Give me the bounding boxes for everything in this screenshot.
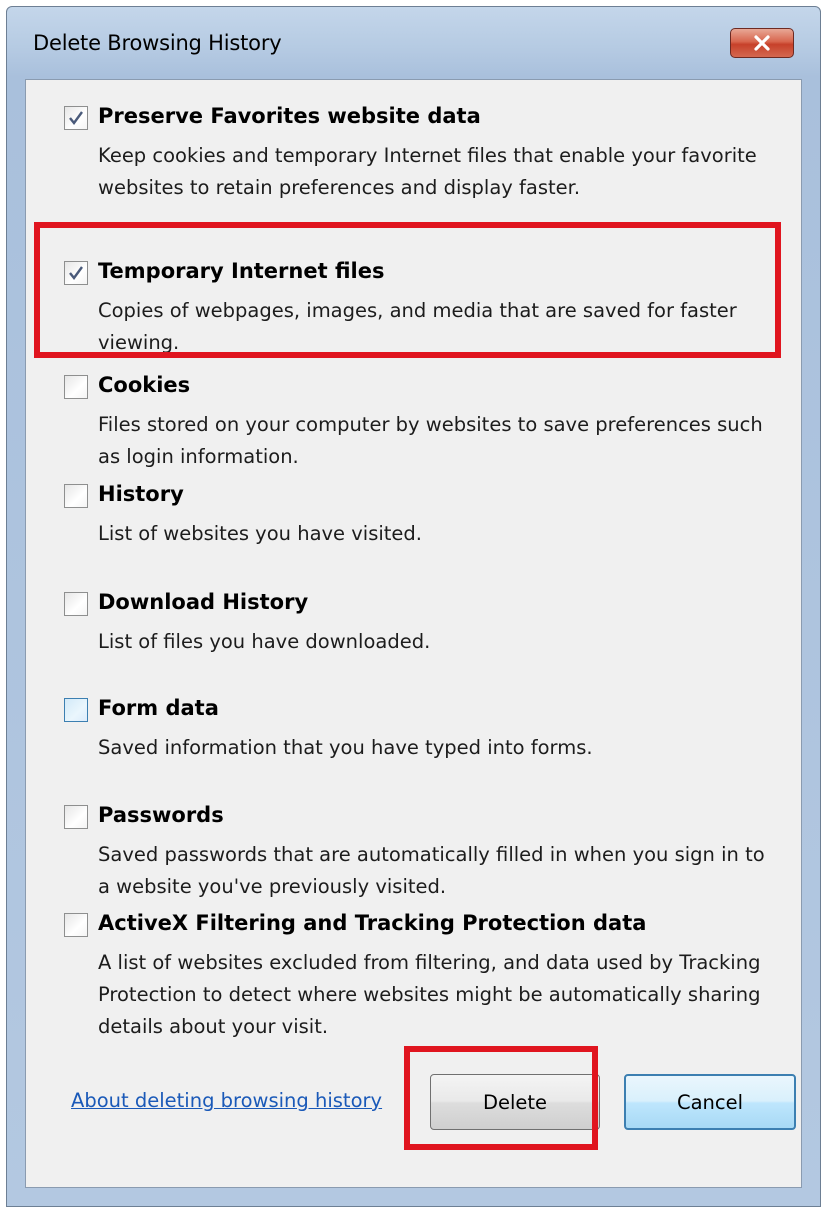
close-icon [754,35,770,51]
cookies-description: Files stored on your computer by website… [98,413,763,468]
history-checkbox[interactable] [64,484,88,508]
download-history-checkbox[interactable] [64,592,88,616]
preserve-favorites-label[interactable]: Preserve Favorites website data [98,104,481,128]
dialog-title: Delete Browsing History [33,31,282,55]
download-history-label[interactable]: Download History [98,590,308,614]
activex-filtering-label[interactable]: ActiveX Filtering and Tracking Protectio… [98,911,646,935]
passwords-checkbox[interactable] [64,805,88,829]
form-data-description: Saved information that you have typed in… [98,736,593,759]
download-history-description: List of files you have downloaded. [98,630,431,653]
temporary-internet-files-highlight [34,222,781,358]
passwords-label[interactable]: Passwords [98,803,224,827]
form-data-checkbox[interactable] [64,698,88,722]
title-bar[interactable]: Delete Browsing History [7,7,820,87]
history-description: List of websites you have visited. [98,522,423,545]
delete-browsing-history-dialog: Delete Browsing History Preserve Favorit… [6,6,821,1207]
form-data-label[interactable]: Form data [98,696,219,720]
about-deleting-browsing-history-link[interactable]: About deleting browsing history [71,1089,382,1112]
checkmark-icon [69,111,83,125]
cancel-button[interactable]: Cancel [624,1074,796,1130]
preserve-favorites-description: Keep cookies and temporary Internet file… [98,144,757,199]
history-label[interactable]: History [98,482,184,506]
preserve-favorites-checkbox[interactable] [64,106,88,130]
delete-button-highlight [404,1046,598,1150]
activex-filtering-checkbox[interactable] [64,913,88,937]
activex-filtering-description: A list of websites excluded from filteri… [98,951,761,1038]
passwords-description: Saved passwords that are automatically f… [98,843,765,898]
cookies-checkbox[interactable] [64,375,88,399]
cookies-label[interactable]: Cookies [98,373,190,397]
close-button[interactable] [730,28,794,58]
